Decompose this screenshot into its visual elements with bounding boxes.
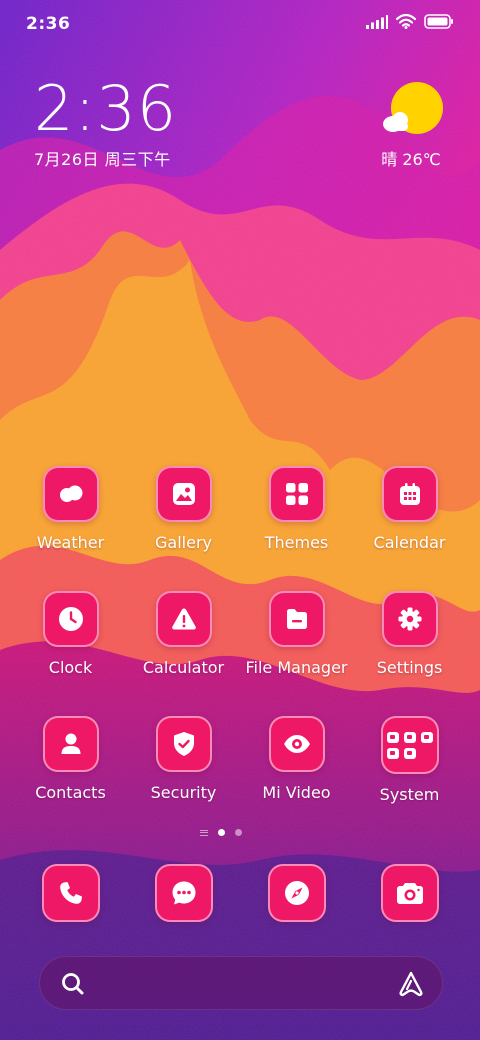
camera-icon — [380, 864, 439, 922]
app-label: Settings — [376, 658, 443, 677]
search-icon[interactable] — [60, 971, 86, 997]
contacts-icon — [42, 716, 99, 772]
app-clock[interactable]: Clock — [14, 591, 127, 716]
weather-text: 晴 26℃ — [381, 150, 441, 169]
status-icons — [366, 14, 454, 29]
status-time: 2:36 — [26, 14, 71, 34]
page-dot-active[interactable] — [218, 829, 225, 836]
app-weather[interactable]: Weather — [14, 466, 127, 591]
app-label: Calculator — [142, 658, 225, 677]
app-label: Weather — [36, 533, 105, 552]
gear-icon — [381, 591, 438, 647]
wifi-icon — [396, 14, 416, 29]
folder-preview — [386, 731, 433, 759]
app-label: File Manager — [245, 658, 348, 677]
app-label: Mi Video — [262, 783, 331, 802]
app-mi-video[interactable]: Mi Video — [240, 716, 353, 841]
app-grid: Weather Gallery Themes Calendar Clock Ca… — [14, 466, 466, 841]
app-contacts[interactable]: Contacts — [14, 716, 127, 841]
dock-messages[interactable] — [127, 864, 240, 922]
gallery-icon — [155, 466, 212, 522]
app-settings[interactable]: Settings — [353, 591, 466, 716]
app-label: Gallery — [155, 533, 212, 552]
weather-icon — [42, 466, 99, 522]
app-themes[interactable]: Themes — [240, 466, 353, 591]
app-label: Security — [150, 783, 217, 802]
app-system-folder[interactable]: System — [353, 716, 466, 841]
clock-icon — [42, 591, 99, 647]
app-label: Clock — [48, 658, 93, 677]
status-bar: 2:36 — [0, 0, 480, 50]
app-label: System — [379, 785, 440, 804]
clock-time: 2:36 — [34, 72, 178, 145]
page-indicator[interactable] — [200, 829, 242, 836]
app-calculator[interactable]: Calculator — [127, 591, 240, 716]
phone-icon — [41, 864, 100, 922]
app-calendar[interactable]: Calendar — [353, 466, 466, 591]
dock-browser[interactable] — [240, 864, 353, 922]
shield-icon — [155, 716, 212, 772]
themes-icon — [268, 466, 325, 522]
dock — [14, 864, 466, 922]
signal-icon — [366, 14, 388, 29]
clock-widget[interactable]: 2:36 7月26日 周三下午 — [34, 78, 177, 170]
dock-camera[interactable] — [353, 864, 466, 922]
clock-date: 7月26日 周三下午 — [34, 150, 171, 169]
messages-icon — [154, 864, 213, 922]
battery-icon — [424, 14, 453, 29]
assistant-icon[interactable] — [396, 970, 426, 998]
eye-icon — [268, 716, 325, 772]
app-file-manager[interactable]: File Manager — [240, 591, 353, 716]
app-label: Calendar — [373, 533, 446, 552]
compass-icon — [267, 864, 326, 922]
app-security[interactable]: Security — [127, 716, 240, 841]
dock-phone[interactable] — [14, 864, 127, 922]
calendar-icon — [381, 466, 438, 522]
folder-icon — [268, 591, 325, 647]
page-dot[interactable] — [235, 829, 242, 836]
weather-widget[interactable]: 晴 26℃ — [376, 82, 446, 170]
app-drawer-handle-icon[interactable] — [200, 829, 208, 836]
app-label: Themes — [264, 533, 329, 552]
sunny-partly-cloudy-icon — [383, 82, 443, 134]
calculator-icon — [155, 591, 212, 647]
folder-grid-icon — [380, 716, 439, 774]
app-gallery[interactable]: Gallery — [127, 466, 240, 591]
app-label: Contacts — [35, 783, 106, 802]
search-bar[interactable] — [39, 956, 443, 1010]
